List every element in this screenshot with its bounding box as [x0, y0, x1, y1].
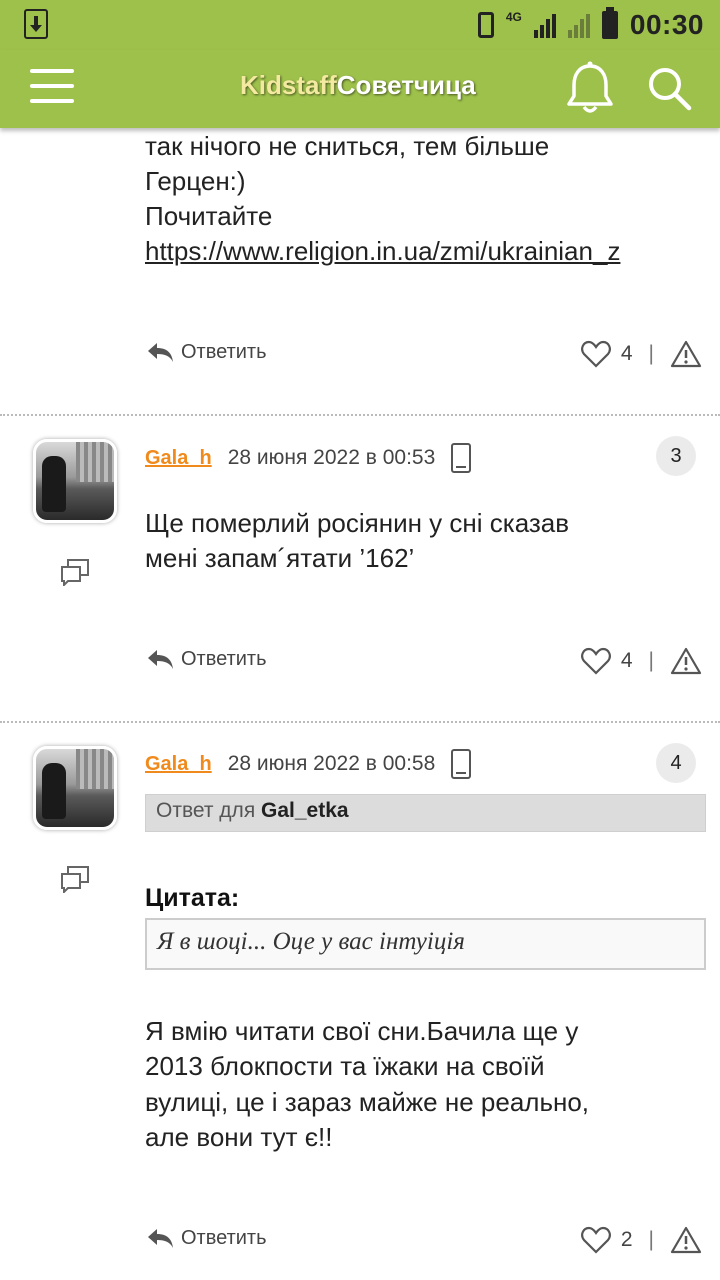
battery-icon: [601, 7, 618, 39]
signal-icon: [533, 12, 556, 38]
network-type: 4G: [505, 10, 522, 24]
message-icon[interactable]: [60, 865, 90, 893]
post-text-line: Я вмію читати свої сни.Бачила ще у: [145, 1016, 579, 1046]
post-date: 28 июня 2022 в 00:58: [227, 752, 436, 775]
post-meta: Gala_h 28 июня 2022 в 00:53: [145, 443, 472, 473]
post-text-line: 2013 блокпости та їжаки на своїй: [145, 1051, 545, 1081]
reply-arrow-icon: [148, 1229, 173, 1248]
quote-text: Я в шоці... Оце у вас інтуіція: [145, 918, 706, 970]
separator: |: [648, 342, 654, 365]
avatar[interactable]: [33, 439, 117, 523]
reply-to-user[interactable]: Gal_etka: [261, 799, 349, 822]
post-actions: 4 |: [580, 647, 702, 675]
post-text-line: так нічого не сниться, тем більше: [145, 131, 550, 161]
separator: |: [648, 649, 654, 672]
post-text-line: мені запам´ятати ’162’: [145, 543, 415, 573]
status-icons: 4G 00:30: [477, 6, 704, 44]
post-number[interactable]: 3: [656, 436, 696, 476]
mobile-icon: [451, 749, 472, 779]
message-icon[interactable]: [60, 558, 90, 586]
author-link[interactable]: Gala_h: [145, 753, 212, 776]
post-text-line: вулиці, це і зараз майже не реально,: [145, 1087, 590, 1117]
logo-kidstaff: Kidstaff: [240, 70, 337, 100]
heart-icon[interactable]: [580, 647, 611, 675]
bell-icon[interactable]: [565, 60, 615, 116]
divider: [0, 721, 720, 723]
reply-button[interactable]: Ответить: [145, 1226, 267, 1250]
logo-sovetchica: Советчица: [336, 70, 476, 100]
site-logo[interactable]: KidstaffСоветчица: [240, 70, 476, 101]
post-text-line: Ще померлий росіянин у сні сказав: [145, 508, 570, 538]
post-actions: 2 |: [580, 1226, 702, 1254]
reply-arrow-icon: [148, 650, 173, 669]
like-count: 4: [620, 342, 633, 365]
mobile-icon: [451, 443, 472, 473]
download-icon: [24, 9, 48, 39]
post-actions: 4 |: [580, 340, 702, 368]
post-link[interactable]: https://www.religion.in.ua/zmi/ukrainian…: [145, 236, 705, 267]
warning-icon[interactable]: [670, 340, 702, 368]
post-text-line: Почитайте: [145, 201, 273, 231]
reply-to-prefix: Ответ для: [156, 799, 256, 822]
vibrate-icon: [477, 12, 494, 38]
divider: [0, 414, 720, 416]
separator: |: [648, 1228, 654, 1251]
avatar[interactable]: [33, 746, 117, 830]
signal-weak-icon: [567, 12, 590, 38]
heart-icon[interactable]: [580, 340, 611, 368]
post-text-line: але вони тут є!!: [145, 1122, 333, 1152]
reply-label: Ответить: [181, 1226, 267, 1249]
quote-title: Цитата:: [145, 884, 240, 912]
reply-button[interactable]: Ответить: [145, 647, 267, 671]
post-date: 28 июня 2022 в 00:53: [227, 446, 436, 469]
app-header: KidstaffСоветчица: [0, 50, 720, 128]
reply-arrow-icon: [148, 343, 173, 362]
post-number[interactable]: 4: [656, 743, 696, 783]
reply-button[interactable]: Ответить: [145, 340, 267, 364]
warning-icon[interactable]: [670, 1226, 702, 1254]
search-icon[interactable]: [645, 64, 693, 112]
status-bar: 4G 00:30: [0, 0, 720, 50]
reply-label: Ответить: [181, 340, 267, 363]
heart-icon[interactable]: [580, 1226, 611, 1254]
warning-icon[interactable]: [670, 647, 702, 675]
reply-label: Ответить: [181, 647, 267, 670]
status-time: 00:30: [629, 9, 704, 40]
reply-to-box: Ответ для Gal_etka: [145, 794, 706, 832]
menu-icon[interactable]: [30, 67, 74, 107]
post-meta: Gala_h 28 июня 2022 в 00:58: [145, 749, 472, 779]
post-text-line: Герцен:): [145, 166, 246, 196]
like-count: 2: [620, 1228, 633, 1251]
author-link[interactable]: Gala_h: [145, 447, 212, 470]
like-count: 4: [620, 649, 633, 672]
